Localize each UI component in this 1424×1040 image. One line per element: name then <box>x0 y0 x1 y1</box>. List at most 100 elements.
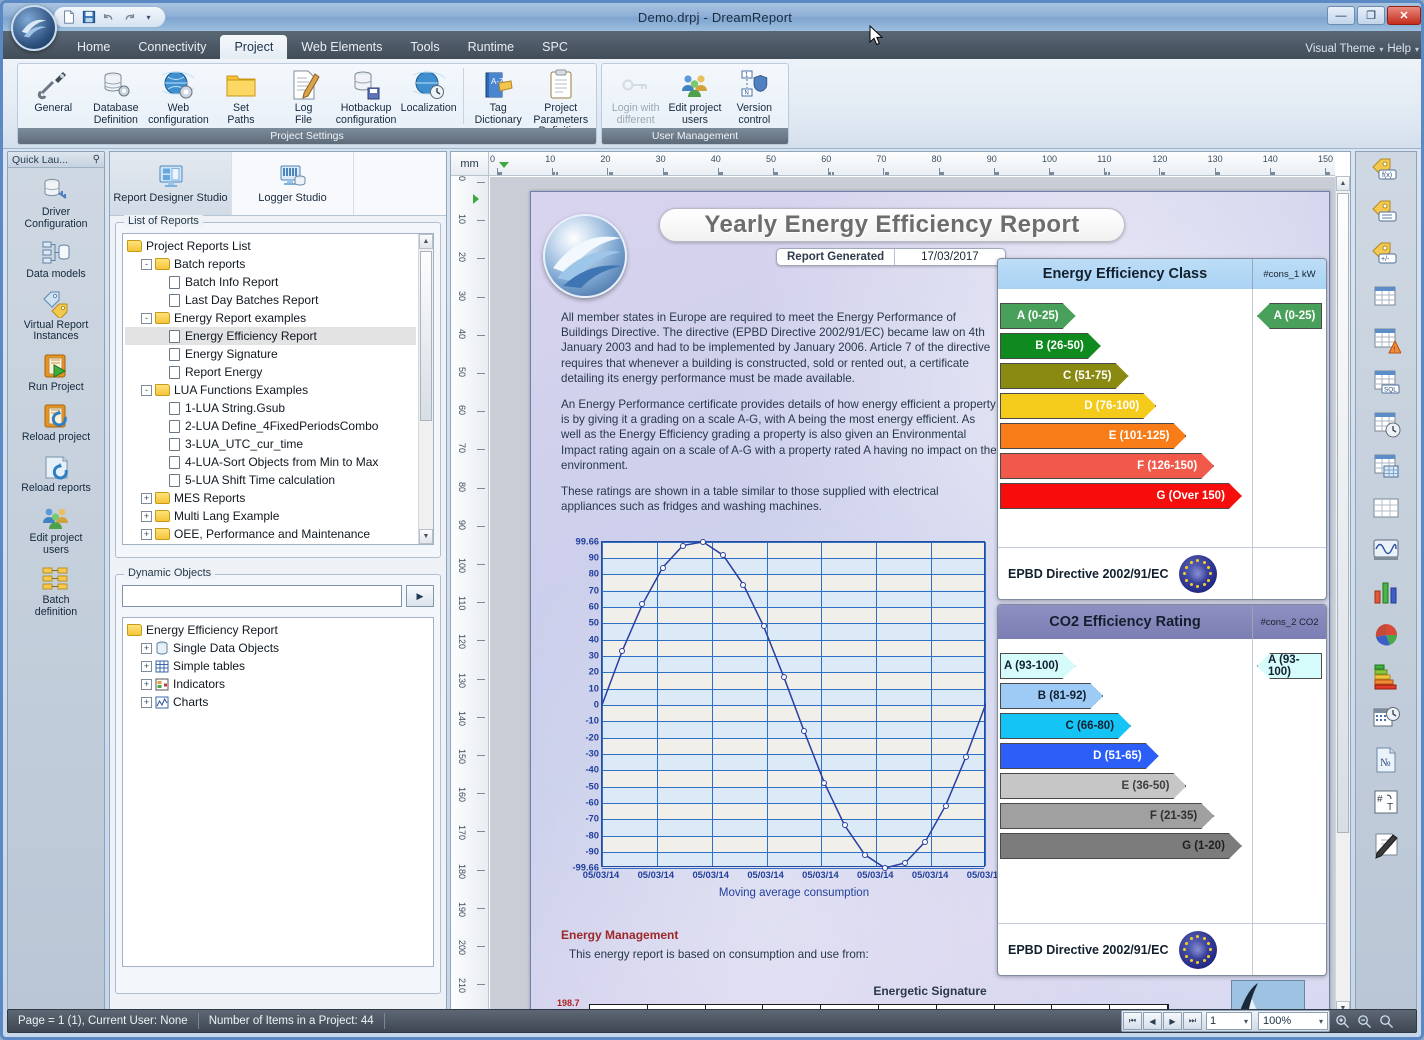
tree-item[interactable]: 3-LUA_UTC_cur_time <box>125 435 416 453</box>
ribbon-button-database-definition[interactable]: DatabaseDefinition <box>85 68 148 126</box>
report-page[interactable]: Yearly Energy Efficiency Report Report G… <box>530 191 1330 1016</box>
toolbar-button-grid-plain[interactable] <box>1356 488 1416 530</box>
reports-tree[interactable]: Project Reports List-Batch reportsBatch … <box>123 234 418 545</box>
ribbon-button-localization[interactable]: Localization <box>397 68 460 115</box>
ribbon-tab-runtime[interactable]: Runtime <box>454 35 529 59</box>
tree-toggle-icon[interactable]: + <box>141 697 152 708</box>
nav-last-button[interactable]: ⏭ <box>1183 1012 1202 1030</box>
tree-toggle-icon[interactable]: + <box>141 511 152 522</box>
margin-marker[interactable] <box>473 194 479 204</box>
toolbar-button-gradient-bars[interactable] <box>1356 656 1416 698</box>
quick-launch-item-batch-definition[interactable]: Batchdefinition <box>8 564 104 618</box>
vertical-ruler[interactable]: 0102030405060708090100110120130140150160… <box>451 176 489 1016</box>
tree-item[interactable]: +Indicators <box>125 675 431 693</box>
ribbon-button-edit-project-users[interactable]: Edit projectusers <box>665 68 724 126</box>
tree-item[interactable]: Batch Info Report <box>125 273 416 291</box>
co2-efficiency-rating-panel[interactable]: CO2 Efficiency Rating #cons_2 CO2 A (93-… <box>997 604 1327 976</box>
tree-item[interactable]: -Batch reports <box>125 255 416 273</box>
tree-item[interactable]: +Production and Manufacturing <box>125 543 416 545</box>
scroll-up-icon[interactable]: ▲ <box>1336 176 1350 191</box>
nav-first-button[interactable]: ⏮ <box>1123 1012 1142 1030</box>
scroll-thumb[interactable] <box>420 251 432 421</box>
toolbar-button-tag-list[interactable] <box>1356 194 1416 236</box>
quick-launch-item-reload-reports[interactable]: Reload reports <box>8 452 104 495</box>
minimize-button[interactable]: — <box>1327 6 1355 25</box>
quick-launch-item-edit-project-users[interactable]: Edit projectusers <box>8 502 104 556</box>
reports-tree-scrollbar[interactable]: ▲ ▼ <box>418 234 433 544</box>
tree-item[interactable]: Energy Efficiency Report <box>125 621 431 639</box>
ribbon-button-general[interactable]: General <box>22 68 85 115</box>
margin-marker[interactable] <box>499 162 509 168</box>
ribbon-button-hotbackup-configuration[interactable]: Hotbackupconfiguration <box>335 68 398 126</box>
toolbar-button-table-clock[interactable] <box>1356 404 1416 446</box>
tree-toggle-icon[interactable]: + <box>141 493 152 504</box>
ribbon-button-web-configuration[interactable]: Webconfiguration <box>147 68 210 126</box>
tree-item[interactable]: Project Reports List <box>125 237 416 255</box>
horizontal-ruler[interactable]: 0102030405060708090100110120130140150160… <box>489 152 1335 176</box>
nav-next-button[interactable]: ▶ <box>1163 1012 1182 1030</box>
quick-launch-item-run-project[interactable]: Run Project <box>8 351 104 394</box>
toolbar-button-table-alarm[interactable]: ! <box>1356 320 1416 362</box>
tree-toggle-icon[interactable]: + <box>141 643 152 654</box>
search-input[interactable] <box>122 585 402 607</box>
ribbon-button-log-file[interactable]: LogFile <box>272 68 335 126</box>
tree-item[interactable]: Energy Efficiency Report <box>125 327 416 345</box>
app-orb-button[interactable] <box>11 5 57 51</box>
tree-toggle-icon[interactable]: + <box>141 529 152 540</box>
ribbon-tab-project[interactable]: Project <box>220 35 287 59</box>
tree-item[interactable]: Last Day Batches Report <box>125 291 416 309</box>
quick-launch-item-reload-project[interactable]: Reload project <box>8 401 104 444</box>
tree-item[interactable]: +Single Data Objects <box>125 639 431 657</box>
toolbar-button-table-nested[interactable] <box>1356 446 1416 488</box>
zoom-out-icon[interactable] <box>1354 1012 1374 1030</box>
toolbar-button-waveform[interactable] <box>1356 530 1416 572</box>
zoom-select[interactable]: 100% ▾ <box>1258 1012 1328 1030</box>
tree-item[interactable]: 5-LUA Shift Time calculation <box>125 471 416 489</box>
dynamic-objects-tree-container[interactable]: Energy Efficiency Report+Single Data Obj… <box>122 617 434 967</box>
pin-icon[interactable]: ⚲ <box>93 154 100 165</box>
toolbar-button-calendar-clock[interactable] <box>1356 698 1416 740</box>
tree-item[interactable]: +Charts <box>125 693 431 711</box>
tree-toggle-icon[interactable]: + <box>141 661 152 672</box>
tree-item[interactable]: 2-LUA Define_4FixedPeriodsCombo <box>125 417 416 435</box>
ribbon-button-set-paths[interactable]: SetPaths <box>210 68 273 126</box>
toolbar-button-signature-pen[interactable] <box>1356 824 1416 866</box>
toolbar-button-tag-formula[interactable]: f(x) <box>1356 152 1416 194</box>
toolbar-button-pie-chart[interactable] <box>1356 614 1416 656</box>
dynamic-objects-tree[interactable]: Energy Efficiency Report+Single Data Obj… <box>123 618 433 714</box>
visual-theme-menu[interactable]: Visual Theme <box>1305 43 1375 55</box>
ribbon-tab-spc[interactable]: SPC <box>528 35 582 59</box>
redo-icon[interactable] <box>120 9 137 26</box>
toolbar-button-page-number[interactable]: № <box>1356 740 1416 782</box>
scroll-thumb[interactable] <box>1337 193 1349 833</box>
ribbon-button-tag-dictionary[interactable]: A-ZTagDictionary <box>467 68 530 126</box>
tree-item[interactable]: +Multi Lang Example <box>125 507 416 525</box>
tree-toggle-icon[interactable]: - <box>141 385 152 396</box>
ribbon-tab-web-elements[interactable]: Web Elements <box>287 35 396 59</box>
nav-prev-button[interactable]: ◀ <box>1143 1012 1162 1030</box>
quick-launch-item-virtual-report-instances[interactable]: Virtual ReportInstances <box>8 289 104 343</box>
moving-average-chart[interactable]: 99.669080706050403020100-10-20-30-40-50-… <box>557 537 987 917</box>
maximize-button[interactable]: ❐ <box>1357 6 1385 25</box>
quick-launch-item-data-models[interactable]: Data models <box>8 238 104 281</box>
reports-tree-container[interactable]: Project Reports List-Batch reportsBatch … <box>122 233 434 545</box>
tree-item[interactable]: Energy Signature <box>125 345 416 363</box>
tree-item[interactable]: -Energy Report examples <box>125 309 416 327</box>
go-button[interactable]: ▶ <box>406 585 434 607</box>
save-icon[interactable] <box>80 9 97 26</box>
scroll-down-icon[interactable]: ▼ <box>419 529 433 544</box>
quick-launch-item-driver-configuration[interactable]: DriverConfiguration <box>8 176 104 230</box>
tree-toggle-icon[interactable]: - <box>141 313 152 324</box>
tree-toggle-icon[interactable]: + <box>141 679 152 690</box>
toolbar-button-table[interactable] <box>1356 278 1416 320</box>
tree-item[interactable]: Report Energy <box>125 363 416 381</box>
ribbon-tab-home[interactable]: Home <box>63 35 124 59</box>
toolbar-button-table-sql[interactable]: SQL <box>1356 362 1416 404</box>
toolbar-button-tag-plusminus[interactable]: +/- <box>1356 236 1416 278</box>
more-icon[interactable]: ▾ <box>140 9 157 26</box>
tree-item[interactable]: 4-LUA-Sort Objects from Min to Max <box>125 453 416 471</box>
tree-item[interactable]: +OEE, Performance and Maintenance <box>125 525 416 543</box>
scroll-up-icon[interactable]: ▲ <box>419 234 433 249</box>
document-scrollbar[interactable]: ▲ ▼ <box>1335 176 1350 1016</box>
ribbon-tab-connectivity[interactable]: Connectivity <box>124 35 220 59</box>
